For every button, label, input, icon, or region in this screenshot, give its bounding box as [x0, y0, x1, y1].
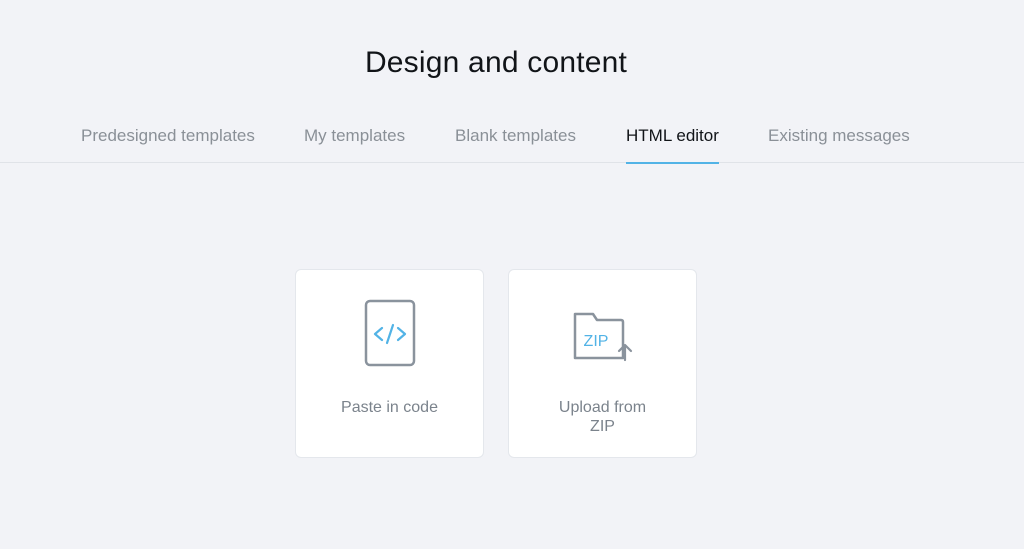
tab-predesigned-templates[interactable]: Predesigned templates	[81, 114, 255, 163]
zip-folder-upload-icon: ZIP	[509, 298, 696, 370]
paste-in-code-card[interactable]: Paste in code	[295, 269, 484, 458]
upload-zip-card[interactable]: ZIP Upload from ZIP	[508, 269, 697, 458]
tab-html-editor[interactable]: HTML editor	[626, 114, 719, 164]
page: Design and content Predesigned templates…	[0, 0, 1024, 549]
zip-badge: ZIP	[583, 333, 608, 350]
page-title: Design and content	[364, 46, 628, 79]
tab-existing-messages[interactable]: Existing messages	[768, 114, 910, 163]
tab-blank-templates[interactable]: Blank templates	[455, 114, 576, 163]
code-file-icon	[296, 298, 483, 370]
paste-in-code-label: Paste in code	[341, 399, 438, 416]
tab-my-templates[interactable]: My templates	[304, 114, 405, 163]
upload-zip-label: Upload from ZIP	[558, 399, 647, 435]
tab-bar: Predesigned templates My templates Blank…	[0, 114, 1024, 164]
